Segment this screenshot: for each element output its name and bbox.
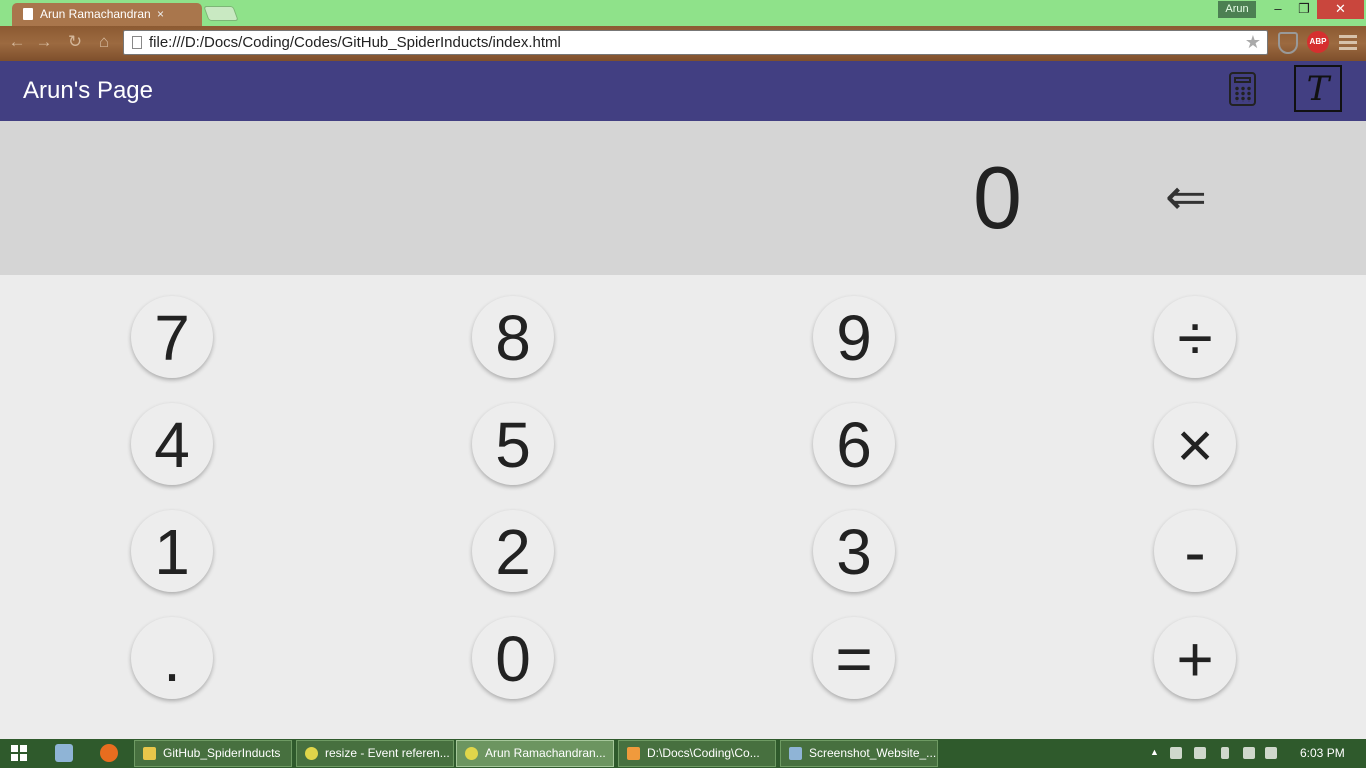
abp-icon[interactable]: ABP (1307, 31, 1329, 53)
key-5[interactable]: 5 (472, 403, 554, 485)
taskbar-item-label: D:\Docs\Coding\Co... (647, 746, 760, 760)
hamburger-menu-icon[interactable] (1339, 35, 1357, 51)
key-equals[interactable]: = (813, 617, 895, 699)
key-7[interactable]: 7 (131, 296, 213, 378)
taskbar-item-label: Arun Ramachandran... (485, 746, 606, 760)
page-icon (132, 36, 142, 49)
chrome-icon (465, 747, 478, 760)
address-bar[interactable]: file:///D:/Docs/Coding/Codes/GitHub_Spid… (123, 30, 1268, 55)
bookmark-star-icon[interactable]: ★ (1245, 31, 1261, 54)
key-4[interactable]: 4 (131, 403, 213, 485)
backspace-arrow-icon[interactable]: ⇐ (1165, 167, 1207, 227)
key-multiply[interactable]: × (1154, 403, 1236, 485)
taskbar-item[interactable]: D:\Docs\Coding\Co... (618, 740, 776, 767)
chevron-up-icon[interactable]: ▲ (1150, 747, 1162, 759)
home-icon[interactable]: ⌂ (94, 32, 114, 52)
windows-taskbar: GitHub_SpiderInducts resize - Event refe… (0, 739, 1366, 768)
profile-badge[interactable]: Arun (1218, 1, 1256, 18)
app-header: Arun's Page (0, 61, 1366, 121)
document-icon (23, 8, 33, 20)
browser-tab[interactable]: Arun Ramachandran × (12, 3, 202, 27)
taskbar-item-active[interactable]: Arun Ramachandran... (456, 740, 614, 767)
signal-icon[interactable] (1243, 747, 1255, 759)
shield-extension-icon[interactable] (1278, 32, 1298, 54)
tab-close-icon[interactable]: × (157, 3, 164, 25)
key-add[interactable]: + (1154, 617, 1236, 699)
new-tab-button[interactable] (203, 6, 239, 21)
forward-arrow-icon[interactable]: → (34, 32, 54, 52)
page-title: Arun's Page (23, 77, 153, 104)
folder-icon (143, 747, 156, 760)
calculator-icon[interactable] (1229, 72, 1256, 106)
firefox-icon[interactable] (100, 744, 118, 762)
taskbar-item[interactable]: GitHub_SpiderInducts (134, 740, 292, 767)
sublime-icon (627, 747, 640, 760)
key-3[interactable]: 3 (813, 510, 895, 592)
chrome-icon (305, 747, 318, 760)
taskbar-item[interactable]: resize - Event referen... (296, 740, 454, 767)
security-icon[interactable] (1170, 747, 1182, 759)
taskbar-item-label: resize - Event referen... (325, 746, 450, 760)
url-text: file:///D:/Docs/Coding/Codes/GitHub_Spid… (149, 34, 561, 51)
browser-titlebar: Arun Ramachandran × Arun – ❐ ✕ (0, 0, 1366, 27)
key-1[interactable]: 1 (131, 510, 213, 592)
tab-title: Arun Ramachandran (40, 7, 151, 21)
taskbar-item-label: GitHub_SpiderInducts (163, 746, 281, 760)
reload-icon[interactable]: ↻ (65, 32, 85, 52)
key-2[interactable]: 2 (472, 510, 554, 592)
key-subtract[interactable]: - (1154, 510, 1236, 592)
key-9[interactable]: 9 (813, 296, 895, 378)
calculator-display: 0 ⇐ (0, 121, 1366, 275)
clock[interactable]: 6:03 PM (1300, 739, 1345, 768)
taskbar-item[interactable]: Screenshot_Website_... (780, 740, 938, 767)
key-divide[interactable]: ÷ (1154, 296, 1236, 378)
key-decimal[interactable]: . (131, 617, 213, 699)
key-8[interactable]: 8 (472, 296, 554, 378)
back-arrow-icon[interactable]: ← (7, 32, 27, 52)
display-value: 0 (973, 148, 1022, 247)
text-editor-icon[interactable]: T (1294, 65, 1342, 112)
close-window-button[interactable]: ✕ (1317, 0, 1364, 19)
window-icon (789, 747, 802, 760)
volume-muted-icon[interactable] (1265, 747, 1277, 759)
browser-toolbar: ← → ↻ ⌂ file:///D:/Docs/Coding/Codes/Git… (0, 26, 1366, 61)
battery-icon[interactable] (1221, 747, 1229, 759)
key-0[interactable]: 0 (472, 617, 554, 699)
calculator-app-icon[interactable] (55, 744, 73, 762)
key-6[interactable]: 6 (813, 403, 895, 485)
restore-button[interactable]: ❐ (1291, 0, 1317, 19)
minimize-button[interactable]: – (1265, 0, 1291, 19)
windows-start-icon[interactable] (11, 745, 27, 761)
flag-icon[interactable] (1194, 747, 1206, 759)
taskbar-item-label: Screenshot_Website_... (809, 746, 937, 760)
calculator-keypad: 7 8 9 ÷ 4 5 6 × 1 2 3 - . 0 = + (0, 275, 1366, 739)
